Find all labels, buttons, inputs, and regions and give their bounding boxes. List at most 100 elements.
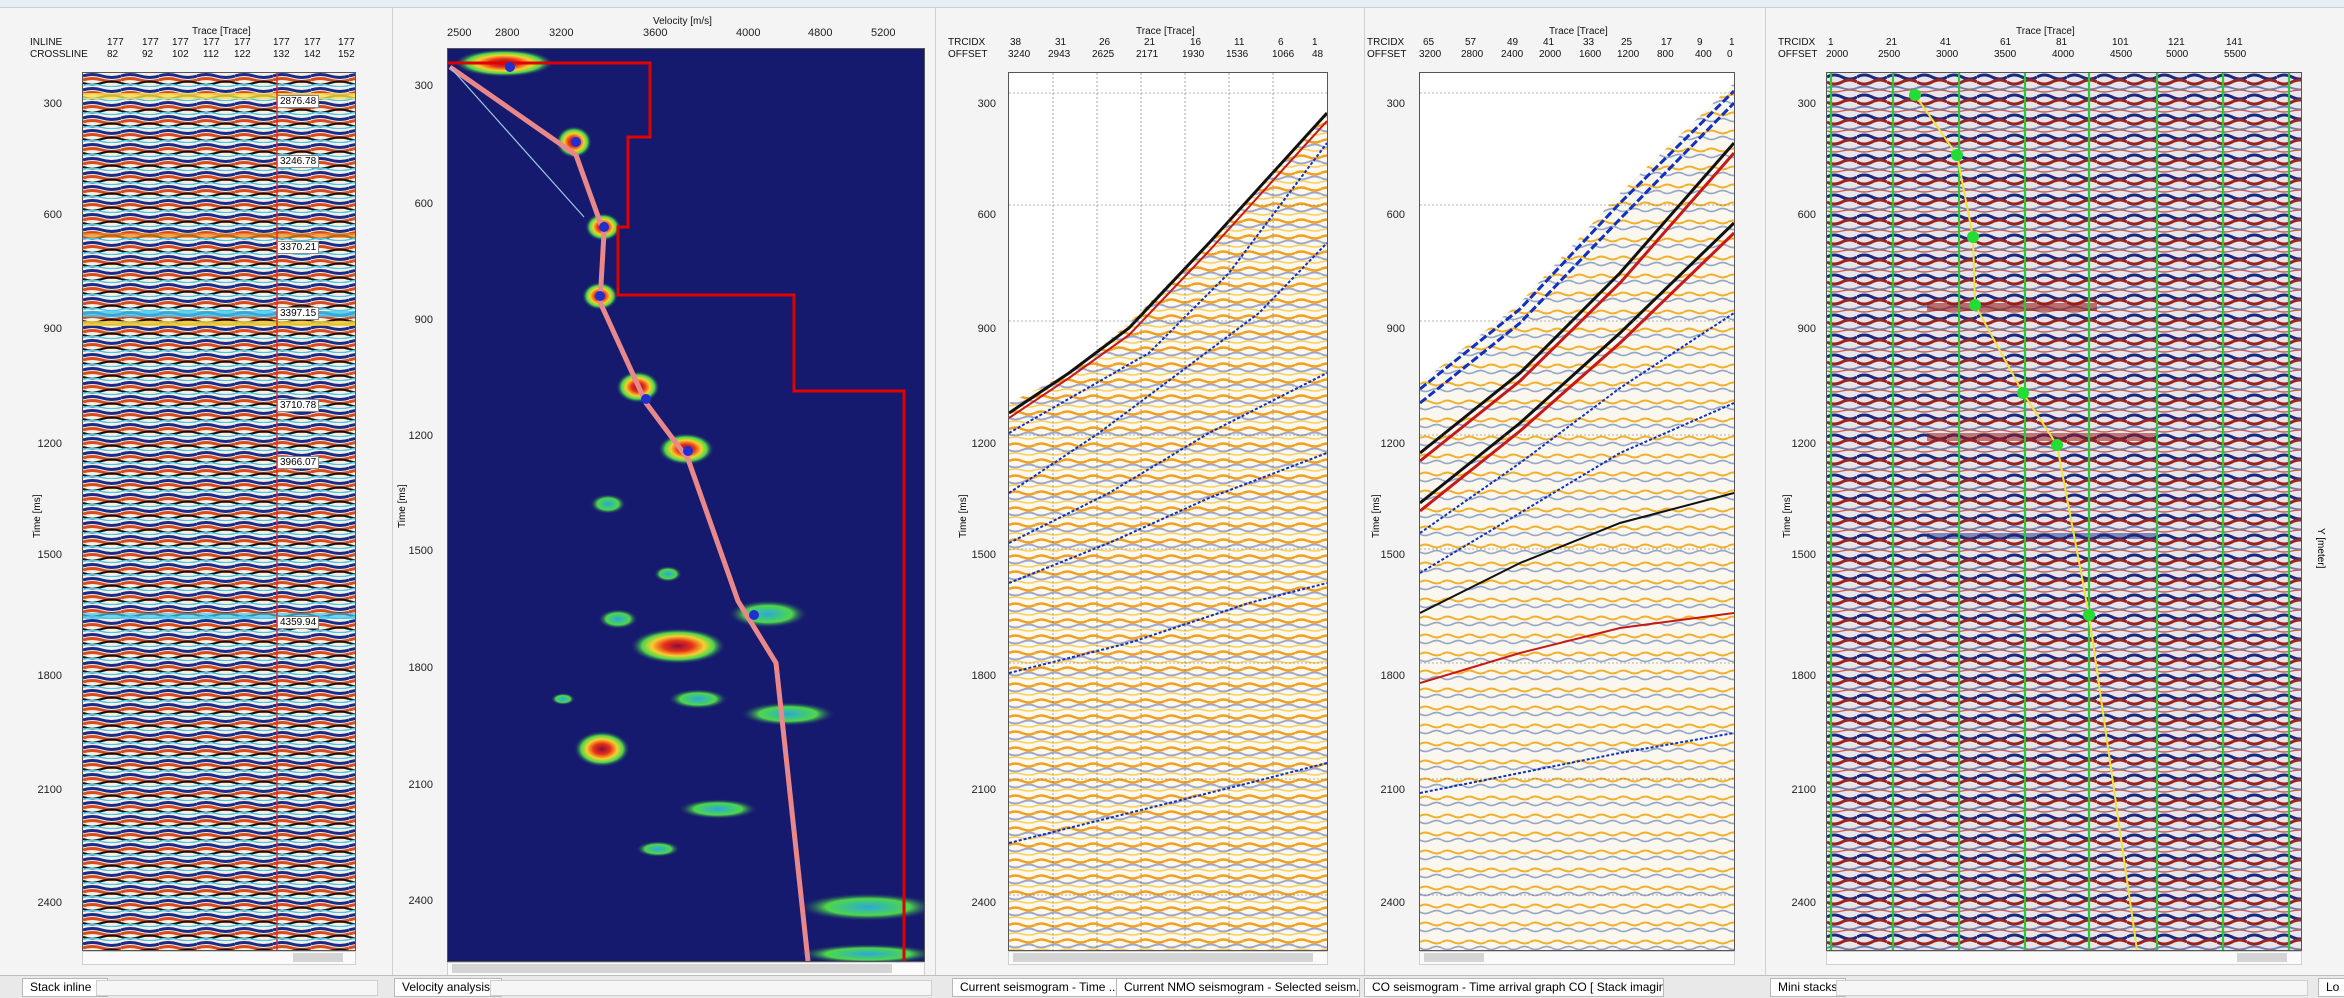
trace-axis-caption: Trace [Trace]: [1136, 26, 1195, 37]
y-tick: 1200: [1791, 438, 1816, 450]
y-tick: 900: [414, 314, 433, 326]
current-seismogram-image[interactable]: [1008, 72, 1328, 951]
trcidx-value: 81: [2056, 37, 2068, 48]
inline-value: 177: [273, 37, 290, 48]
y-tick: 1500: [1380, 549, 1405, 561]
trcidx-value: 6: [1278, 37, 1284, 48]
y-tick: 1500: [408, 545, 433, 557]
crossline-value: 92: [142, 49, 154, 60]
velocity-hscroll[interactable]: [447, 962, 925, 975]
time-axis-caption: Time [ms]: [958, 494, 969, 538]
inline-value: 177: [234, 37, 251, 48]
top-toolbar-strip: [0, 0, 2344, 8]
trcidx-header-label: TRCIDX: [1778, 37, 1816, 48]
trcidx-value: 141: [2226, 37, 2243, 48]
y-tick: 2100: [408, 779, 433, 791]
co-seismogram-hscroll[interactable]: [1419, 951, 1735, 965]
offset-value: 3000: [1936, 49, 1959, 60]
offset-value: 2400: [1501, 49, 1524, 60]
time-axis-caption: Time [ms]: [1371, 494, 1382, 538]
offset-value: 2625: [1092, 49, 1115, 60]
tab-current-seismogram[interactable]: Current seismogram - Time ...: [952, 978, 1118, 997]
trcidx-value: 11: [1234, 37, 1245, 48]
time-axis-caption: Time [ms]: [32, 494, 43, 538]
offset-value: 0: [1727, 49, 1733, 60]
y-tick: 1800: [37, 670, 62, 682]
y-tick: 600: [1386, 209, 1405, 221]
y-tick: 2100: [971, 784, 996, 796]
current-seismogram-hscroll[interactable]: [1008, 951, 1328, 965]
velocity-analysis-panel: Velocity [m/s] 2500 2800 3200 3600 4000 …: [393, 8, 936, 975]
inline-value: 177: [203, 37, 220, 48]
scroll-thumb[interactable]: [2237, 953, 2287, 962]
scroll-thumb[interactable]: [293, 953, 343, 962]
trcidx-value: 49: [1507, 37, 1519, 48]
offset-value: 3240: [1008, 49, 1031, 60]
y-tick: 300: [1797, 98, 1816, 110]
offset-value: 4000: [2052, 49, 2075, 60]
trcidx-value: 25: [1621, 37, 1633, 48]
mini-stacks-hscroll[interactable]: [1826, 951, 2302, 965]
offset-value: 1930: [1182, 49, 1205, 60]
velocity-spectrum-image[interactable]: [447, 48, 925, 962]
offset-value: 48: [1312, 49, 1324, 60]
scroll-thumb[interactable]: [452, 964, 892, 973]
velocity-axis-caption: Velocity [m/s]: [653, 16, 712, 27]
trcidx-value: 41: [1940, 37, 1952, 48]
y-tick: 900: [977, 323, 996, 335]
crossline-value: 152: [338, 49, 355, 60]
offset-value: 4500: [2110, 49, 2133, 60]
trcidx-value: 101: [2112, 37, 2129, 48]
trcidx-header-label: TRCIDX: [1367, 37, 1405, 48]
tab-log[interactable]: Lo: [2318, 978, 2344, 997]
trcidx-header-label: TRCIDX: [948, 37, 986, 48]
trcidx-value: 65: [1423, 37, 1435, 48]
y-tick: 2100: [1791, 784, 1816, 796]
crossline-value: 102: [172, 49, 189, 60]
x-tick: 2800: [495, 27, 520, 39]
trcidx-value: 41: [1543, 37, 1555, 48]
y-tick: 600: [414, 198, 433, 210]
crossline-value: 112: [203, 49, 219, 60]
offset-value: 1066: [1272, 49, 1295, 60]
tab-current-nmo-seismogram[interactable]: Current NMO seismogram - Selected seism.…: [1116, 978, 1360, 997]
trcidx-value: 33: [1583, 37, 1595, 48]
crossline-value: 142: [304, 49, 321, 60]
y-tick: 1200: [408, 430, 433, 442]
offset-value: 2171: [1136, 49, 1159, 60]
tab-co-seismogram[interactable]: CO seismogram - Time arrival graph CO [ …: [1364, 978, 1664, 997]
y-tick: 1500: [1791, 549, 1816, 561]
scroll-thumb[interactable]: [1013, 953, 1313, 962]
offset-header-label: OFFSET: [1778, 49, 1818, 60]
stack-inline-hscroll[interactable]: [82, 951, 356, 965]
y-tick: 2100: [37, 784, 62, 796]
tab-mini-stacks[interactable]: Mini stacks: [1770, 978, 1846, 997]
tab-velocity-analysis[interactable]: Velocity analysis: [394, 978, 502, 997]
y-tick: 300: [414, 80, 433, 92]
mini-stacks-image[interactable]: [1826, 72, 2302, 951]
offset-value: 1536: [1226, 49, 1249, 60]
trcidx-value: 21: [1886, 37, 1898, 48]
inline-value: 177: [172, 37, 189, 48]
y-tick: 2400: [971, 897, 996, 909]
trace-axis-caption: Trace [Trace]: [192, 26, 251, 37]
y-tick: 600: [977, 209, 996, 221]
offset-value: 3500: [1994, 49, 2017, 60]
stack-inline-image[interactable]: 2876.48 3246.78 3370.21 3397.15 3710.78 …: [82, 72, 356, 951]
y-tick: 300: [977, 98, 996, 110]
offset-value: 5000: [2166, 49, 2189, 60]
inline-value: 177: [304, 37, 321, 48]
scroll-thumb[interactable]: [1424, 953, 1484, 962]
trcidx-value: 57: [1465, 37, 1477, 48]
offset-value: 3200: [1419, 49, 1442, 60]
offset-value: 400: [1695, 49, 1712, 60]
y-tick: 300: [1386, 98, 1405, 110]
offset-value: 2800: [1461, 49, 1484, 60]
y-tick: 2400: [1791, 897, 1816, 909]
y-tick: 2100: [1380, 784, 1405, 796]
velocity-label: 2876.48: [277, 95, 320, 108]
velocity-label: 3246.78: [277, 155, 320, 168]
co-seismogram-image[interactable]: [1419, 72, 1735, 951]
crossline-header-label: CROSSLINE: [30, 49, 88, 60]
x-tick: 2500: [447, 27, 472, 39]
